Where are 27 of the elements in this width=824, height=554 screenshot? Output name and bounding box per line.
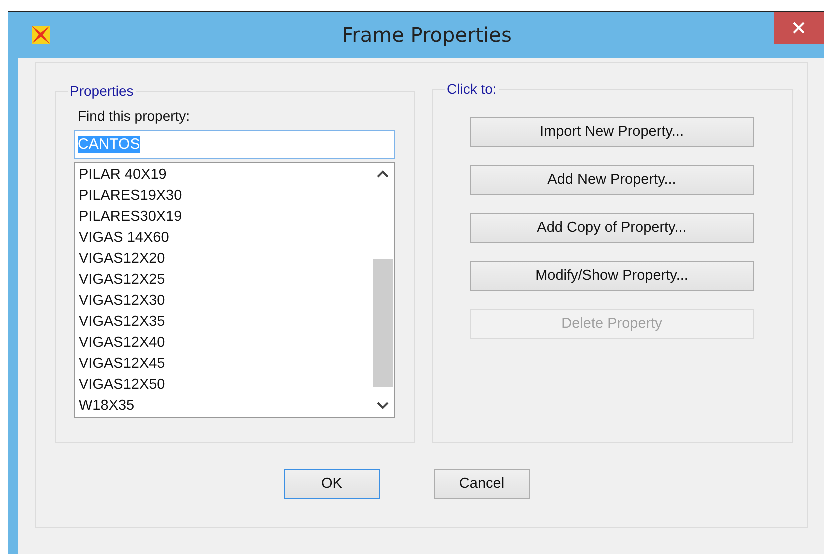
list-item[interactable]: PILARES30X19	[79, 207, 372, 228]
list-item[interactable]: W18X35	[79, 396, 372, 417]
close-button[interactable]	[774, 12, 824, 44]
list-item[interactable]: VIGAS12X45	[79, 354, 372, 375]
dialog-button[interactable]: OK	[284, 469, 380, 499]
dialog-button[interactable]: Cancel	[434, 469, 530, 499]
action-button[interactable]: Import New Property...	[470, 117, 754, 147]
group-legend: Click to:	[445, 81, 499, 97]
close-icon	[793, 22, 805, 34]
list-item[interactable]: VIGAS 14X60	[79, 228, 372, 249]
window-title: Frame Properties	[342, 23, 512, 47]
list-item[interactable]: VIGAS12X40	[79, 333, 372, 354]
scrollbar-thumb[interactable]	[373, 259, 393, 387]
list-item[interactable]: VIGAS12X25	[79, 270, 372, 291]
list-item[interactable]: VIGAS12X20	[79, 249, 372, 270]
app-logo-icon	[30, 24, 52, 46]
list-item[interactable]: PILAR 40X19	[79, 165, 372, 186]
group-legend: Properties	[68, 83, 136, 99]
action-button[interactable]: Modify/Show Property...	[470, 261, 754, 291]
list-item[interactable]: PILARES19X30	[79, 186, 372, 207]
action-button[interactable]: Add Copy of Property...	[470, 213, 754, 243]
find-label: Find this property:	[78, 108, 192, 124]
property-list[interactable]: PILAR 40X19 PILARES19X30 PILARES30X19 VIGAS 14X60 VIGAS12X20 VIGAS12X25 VIGAS12X30 VIGAS12X35 VIGAS12X40 VIGAS12X45 VIGAS12X50 W18X35	[74, 162, 395, 418]
action-button[interactable]: Add New Property...	[470, 165, 754, 195]
list-item[interactable]: VIGAS12X50	[79, 375, 372, 396]
list-item[interactable]: VIGAS12X30	[79, 291, 372, 312]
list-item[interactable]: VIGAS12X35	[79, 312, 372, 333]
